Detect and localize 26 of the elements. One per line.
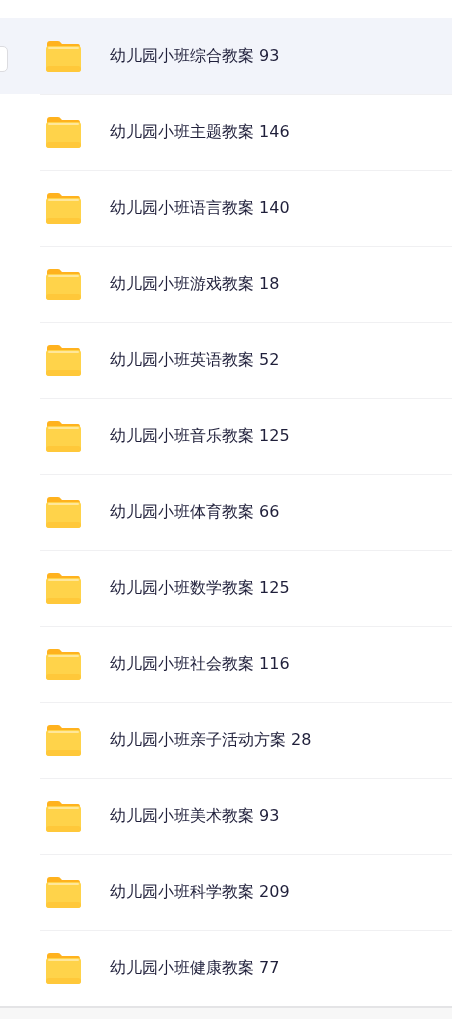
folder-item[interactable]: 幼儿园小班语言教案 140 [0, 170, 452, 246]
folder-icon [45, 799, 81, 833]
folder-icon [45, 191, 81, 225]
folder-icon [45, 951, 81, 985]
folder-icon [45, 571, 81, 605]
folder-item[interactable]: 幼儿园小班体育教案 66 [0, 474, 452, 550]
folder-item[interactable]: 幼儿园小班游戏教案 18 [0, 246, 452, 322]
folder-icon [45, 723, 81, 757]
folder-item[interactable]: 幼儿园小班健康教案 77 [0, 930, 452, 1006]
folder-icon [45, 343, 81, 377]
folder-item[interactable]: 幼儿园小班英语教案 52 [0, 322, 452, 398]
folder-item[interactable]: 幼儿园小班数学教案 125 [0, 550, 452, 626]
folder-item[interactable]: 幼儿园小班音乐教案 125 [0, 398, 452, 474]
folder-icon [45, 495, 81, 529]
folder-item[interactable]: 幼儿园小班主题教案 146 [0, 94, 452, 170]
folder-icon [45, 647, 81, 681]
folder-icon [45, 115, 81, 149]
folder-icon [45, 875, 81, 909]
folder-icon [45, 39, 81, 73]
folder-item[interactable]: 幼儿园小班社会教案 116 [0, 626, 452, 702]
folder-item[interactable]: 幼儿园小班亲子活动方案 28 [0, 702, 452, 778]
folder-item[interactable]: 幼儿园小班科学教案 209 [0, 854, 452, 930]
folder-icon [45, 267, 81, 301]
folder-icon [45, 419, 81, 453]
folder-item[interactable]: 幼儿园小班美术教案 93 [0, 778, 452, 854]
folder-item[interactable]: 幼儿园小班综合教案 93 [0, 18, 452, 94]
